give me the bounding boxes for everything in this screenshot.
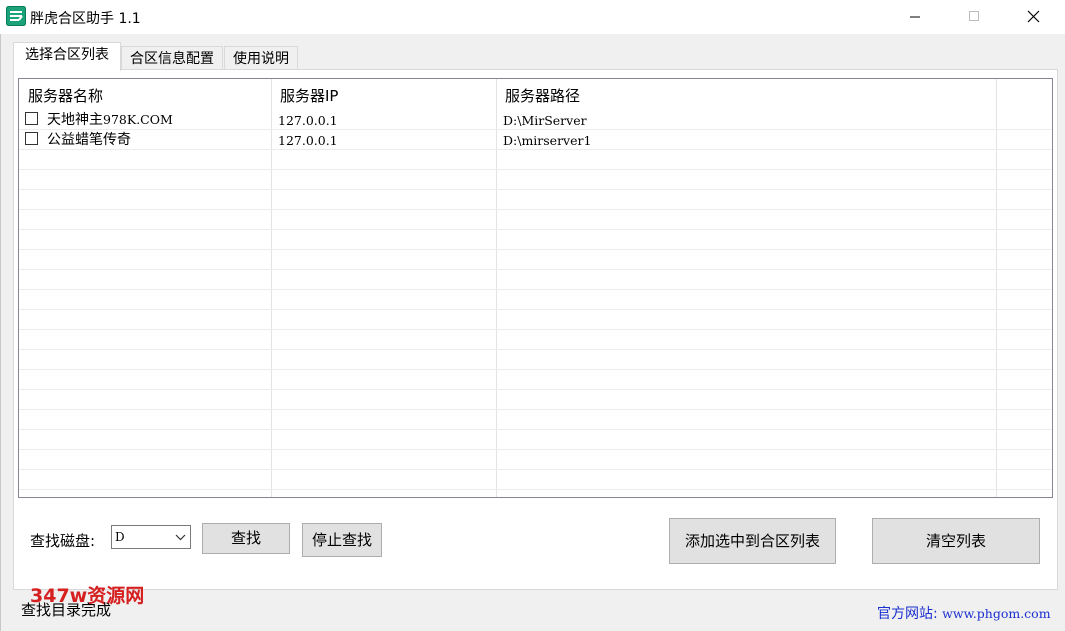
column-divider xyxy=(996,79,997,497)
add-selected-button[interactable]: 添加选中到合区列表 xyxy=(669,518,836,564)
grid-line xyxy=(19,489,1052,490)
grid-line xyxy=(19,249,1052,250)
grid-line xyxy=(19,389,1052,390)
tab-select-merge-list[interactable]: 选择合区列表 xyxy=(13,42,121,71)
row-checkbox[interactable] xyxy=(25,132,38,145)
grid-line xyxy=(19,409,1052,410)
maximize-icon xyxy=(969,11,979,21)
stop-find-button[interactable]: 停止查找 xyxy=(302,523,382,557)
minimize-button[interactable] xyxy=(886,0,944,34)
grid-line xyxy=(19,329,1052,330)
server-name-text: 公益蜡笔传奇 xyxy=(47,132,131,148)
cell-server-ip: 127.0.0.1 xyxy=(278,113,338,128)
cell-server-path: D:\MirServer xyxy=(503,113,587,128)
row-checkbox[interactable] xyxy=(25,112,38,125)
cell-server-name: 公益蜡笔传奇 xyxy=(47,130,131,150)
grid-line xyxy=(19,349,1052,350)
cell-server-name: 天地神主978K.COM xyxy=(47,110,173,130)
column-header-path[interactable]: 服务器路径 xyxy=(496,79,996,109)
tab-merge-config[interactable]: 合区信息配置 xyxy=(121,46,223,71)
close-button[interactable] xyxy=(1004,0,1062,34)
search-disk-label: 查找磁盘: xyxy=(30,532,96,550)
website-url-text: www.phgom.com xyxy=(942,606,1051,621)
grid-line xyxy=(19,449,1052,450)
window-title: 胖虎合区助手 1.1 xyxy=(30,11,141,27)
grid-line xyxy=(19,229,1052,230)
website-link[interactable]: 官方网站: www.phgom.com xyxy=(877,603,1051,623)
cell-server-ip: 127.0.0.1 xyxy=(278,133,338,148)
grid-line xyxy=(19,289,1052,290)
cell-server-path: D:\mirserver1 xyxy=(503,133,592,148)
tab-instructions[interactable]: 使用说明 xyxy=(224,46,298,71)
close-icon xyxy=(1027,10,1040,23)
grid-line xyxy=(19,189,1052,190)
title-bar: 胖虎合区助手 1.1 xyxy=(0,0,1065,34)
disk-select[interactable]: D xyxy=(111,525,191,549)
disk-select-value: D xyxy=(115,530,125,544)
table-row[interactable]: 公益蜡笔传奇 127.0.0.1 D:\mirserver1 xyxy=(19,130,996,150)
clear-list-button[interactable]: 清空列表 xyxy=(872,518,1040,564)
server-name-text: 天地神主 xyxy=(47,112,103,128)
find-button[interactable]: 查找 xyxy=(202,523,290,554)
grid-line xyxy=(19,269,1052,270)
grid-line xyxy=(19,429,1052,430)
grid-line xyxy=(19,469,1052,470)
minimize-icon xyxy=(910,16,920,18)
server-name-suffix: 978K.COM xyxy=(103,112,173,127)
chevron-down-icon xyxy=(175,534,186,541)
grid-line xyxy=(19,209,1052,210)
window-border xyxy=(0,34,1,631)
table-row[interactable]: 天地神主978K.COM 127.0.0.1 D:\MirServer xyxy=(19,110,996,130)
app-logo-icon xyxy=(6,6,26,26)
website-label-text: 官方网站: xyxy=(877,606,938,622)
grid-line xyxy=(19,169,1052,170)
server-list[interactable]: 服务器名称 服务器IP 服务器路径 天地神主978K.COM 127.0.0.1… xyxy=(18,78,1053,498)
maximize-button[interactable] xyxy=(945,0,1003,34)
grid-line xyxy=(19,369,1052,370)
status-text: 查找目录完成 xyxy=(21,601,112,619)
column-header-ip[interactable]: 服务器IP xyxy=(271,79,496,109)
grid-line xyxy=(19,309,1052,310)
column-header-name[interactable]: 服务器名称 xyxy=(19,79,271,109)
